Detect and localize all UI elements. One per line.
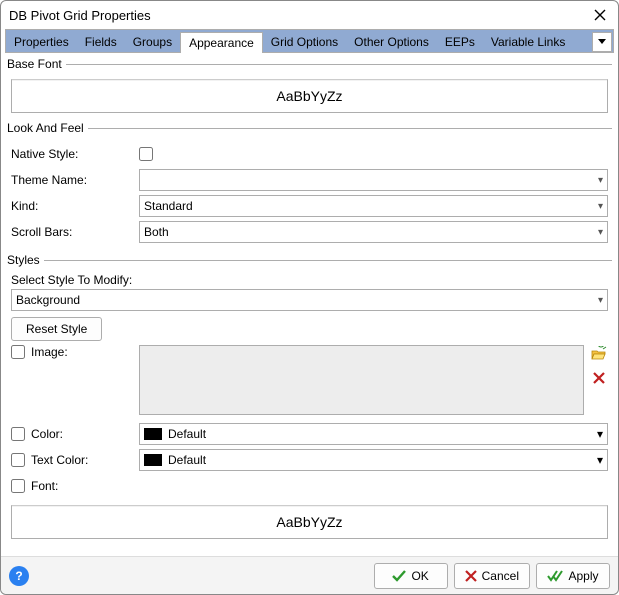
- window-title: DB Pivot Grid Properties: [9, 8, 151, 23]
- text-color-combo[interactable]: Default ▾: [139, 449, 608, 471]
- kind-label: Kind:: [11, 199, 38, 213]
- titlebar: DB Pivot Grid Properties: [1, 1, 618, 29]
- x-icon: [592, 371, 606, 385]
- ok-button[interactable]: OK: [374, 563, 448, 589]
- scroll-bars-label: Scroll Bars:: [11, 225, 72, 239]
- image-label: Image:: [31, 345, 68, 359]
- tabbar-wrap: Properties Fields Groups Appearance Grid…: [5, 29, 614, 53]
- color-swatch: [144, 428, 162, 440]
- color-value: Default: [168, 427, 206, 441]
- chevron-down-icon: ▾: [598, 201, 603, 212]
- chevron-down-icon: ▾: [597, 453, 603, 467]
- cancel-label: Cancel: [482, 569, 519, 583]
- appearance-panel: Base Font AaBbYyZz Look And Feel Native …: [1, 53, 618, 556]
- base-font-group: Base Font AaBbYyZz: [7, 57, 612, 117]
- look-and-feel-group: Look And Feel Native Style: Theme Name: …: [7, 121, 612, 249]
- color-checkbox[interactable]: [11, 427, 25, 441]
- text-color-checkbox[interactable]: [11, 453, 25, 467]
- font-checkbox[interactable]: [11, 479, 25, 493]
- base-font-sample[interactable]: AaBbYyZz: [11, 79, 608, 113]
- text-color-value: Default: [168, 453, 206, 467]
- image-checkbox[interactable]: [11, 345, 25, 359]
- tab-other-options[interactable]: Other Options: [346, 32, 437, 52]
- tab-fields[interactable]: Fields: [77, 32, 125, 52]
- apply-label: Apply: [568, 569, 598, 583]
- clear-image-button[interactable]: [590, 369, 608, 387]
- close-button[interactable]: [590, 5, 610, 25]
- dialog-window: DB Pivot Grid Properties Properties Fiel…: [0, 0, 619, 595]
- text-color-label: Text Color:: [31, 453, 88, 467]
- help-button[interactable]: ?: [9, 566, 29, 586]
- scroll-bars-combo[interactable]: Both ▾: [139, 221, 608, 243]
- apply-button[interactable]: Apply: [536, 563, 610, 589]
- close-icon: [594, 9, 606, 21]
- tab-variable-links[interactable]: Variable Links: [483, 32, 573, 52]
- x-icon: [465, 570, 477, 582]
- folder-open-icon: [591, 346, 607, 362]
- open-image-button[interactable]: [590, 345, 608, 363]
- native-style-label: Native Style:: [11, 147, 78, 161]
- styles-group: Styles Select Style To Modify: Backgroun…: [7, 253, 612, 543]
- kind-combo[interactable]: Standard ▾: [139, 195, 608, 217]
- theme-name-combo[interactable]: ▾: [139, 169, 608, 191]
- chevron-down-icon: [598, 39, 606, 45]
- chevron-down-icon: ▾: [598, 227, 603, 238]
- double-check-icon: [547, 570, 563, 582]
- chevron-down-icon: ▾: [598, 175, 603, 186]
- tabbar: Properties Fields Groups Appearance Grid…: [6, 30, 613, 52]
- look-and-feel-legend: Look And Feel: [7, 121, 88, 135]
- chevron-down-icon: ▾: [598, 295, 603, 306]
- select-style-combo[interactable]: Background ▾: [11, 289, 608, 311]
- ok-label: OK: [411, 569, 428, 583]
- button-bar: ? OK Cancel Apply: [1, 556, 618, 594]
- chevron-down-icon: ▾: [597, 427, 603, 441]
- cancel-button[interactable]: Cancel: [454, 563, 530, 589]
- tab-overflow-button[interactable]: [592, 32, 612, 52]
- font-label: Font:: [31, 479, 58, 493]
- tab-groups[interactable]: Groups: [125, 32, 180, 52]
- tab-eeps[interactable]: EEPs: [437, 32, 483, 52]
- reset-style-button[interactable]: Reset Style: [11, 317, 102, 341]
- tab-appearance[interactable]: Appearance: [180, 32, 263, 53]
- color-label: Color:: [31, 427, 63, 441]
- check-icon: [392, 570, 406, 582]
- native-style-checkbox[interactable]: [139, 147, 153, 161]
- styles-legend: Styles: [7, 253, 44, 267]
- select-style-value: Background: [16, 293, 80, 307]
- tab-properties[interactable]: Properties: [6, 32, 77, 52]
- color-combo[interactable]: Default ▾: [139, 423, 608, 445]
- help-icon: ?: [15, 569, 22, 583]
- scroll-bars-value: Both: [144, 225, 169, 239]
- tab-grid-options[interactable]: Grid Options: [263, 32, 346, 52]
- base-font-legend: Base Font: [7, 57, 66, 71]
- kind-value: Standard: [144, 199, 193, 213]
- select-style-label: Select Style To Modify:: [11, 273, 132, 287]
- theme-name-label: Theme Name:: [11, 173, 87, 187]
- style-font-sample[interactable]: AaBbYyZz: [11, 505, 608, 539]
- text-color-swatch: [144, 454, 162, 466]
- image-preview: [139, 345, 584, 415]
